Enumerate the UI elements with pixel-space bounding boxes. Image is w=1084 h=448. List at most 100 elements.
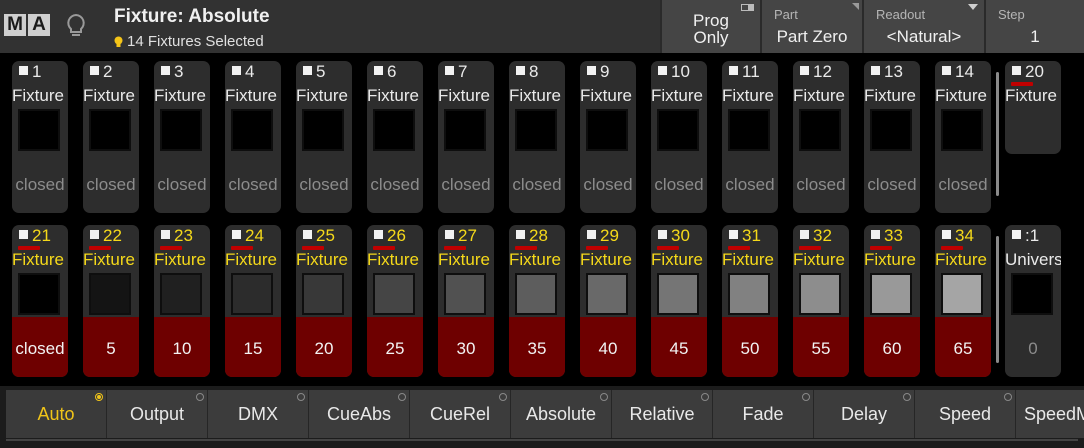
dimmer-value: 15 xyxy=(243,339,263,358)
fixture-id: 24 xyxy=(245,226,264,245)
row2-scrollbar[interactable] xyxy=(996,236,999,363)
fixture-sheet-cell[interactable]: :1 Universe 0 xyxy=(1005,225,1061,377)
fixture-sheet-cell[interactable]: 22 Fixture 5 xyxy=(83,225,139,377)
fixture-sheet-cell[interactable]: 34 Fixture 65 xyxy=(935,225,991,377)
fixture-name: Fixture xyxy=(935,86,987,105)
step-button[interactable]: Step 1 xyxy=(984,0,1084,53)
select-checkbox[interactable] xyxy=(303,66,312,75)
select-checkbox[interactable] xyxy=(1012,230,1021,239)
fixture-sheet-cell[interactable]: 11 Fixture closed xyxy=(722,61,778,213)
dimmer-value: 45 xyxy=(669,339,689,358)
tab-cueabs[interactable]: CueAbs xyxy=(309,390,410,438)
window-title: Fixture: Absolute xyxy=(114,6,270,27)
tab-underline xyxy=(6,439,1078,441)
fixture-sheet-cell[interactable]: 10 Fixture closed xyxy=(651,61,707,213)
fixture-sheet-cell[interactable]: 14 Fixture closed xyxy=(935,61,991,213)
select-checkbox[interactable] xyxy=(587,230,596,239)
fixture-name: Fixture xyxy=(12,250,64,269)
tab-relative[interactable]: Relative xyxy=(612,390,713,438)
selection-count: 14 Fixtures Selected xyxy=(127,33,264,50)
select-checkbox[interactable] xyxy=(658,66,667,75)
logo-letter-a: A xyxy=(28,14,50,36)
dimmer-value: 5 xyxy=(106,339,116,358)
fixture-sheet-cell[interactable]: 4 Fixture closed xyxy=(225,61,281,213)
fixture-sheet-cell[interactable]: 26 Fixture 25 xyxy=(367,225,423,377)
select-checkbox[interactable] xyxy=(729,66,738,75)
tab-auto[interactable]: Auto xyxy=(6,390,107,438)
fixture-sheet-cell[interactable]: 12 Fixture closed xyxy=(793,61,849,213)
fixture-sheet-cell[interactable]: 1 Fixture closed xyxy=(12,61,68,213)
fixture-sheet-cell[interactable]: 13 Fixture closed xyxy=(864,61,920,213)
tab-speedmaster[interactable]: SpeedMaster xyxy=(1016,390,1084,438)
tab-speed[interactable]: Speed xyxy=(915,390,1016,438)
fixture-id: 21 xyxy=(32,226,51,245)
fixture-id: 25 xyxy=(316,226,335,245)
fixture-sheet-cell[interactable]: 31 Fixture 50 xyxy=(722,225,778,377)
select-checkbox[interactable] xyxy=(303,230,312,239)
fixture-sheet-cell[interactable]: 2 Fixture closed xyxy=(83,61,139,213)
select-checkbox[interactable] xyxy=(19,230,28,239)
fixture-sheet-cell[interactable]: 25 Fixture 20 xyxy=(296,225,352,377)
fixture-sheet-cell[interactable]: 24 Fixture 15 xyxy=(225,225,281,377)
fixture-sheet-cell[interactable]: 8 Fixture closed xyxy=(509,61,565,213)
select-checkbox[interactable] xyxy=(232,66,241,75)
dimmer-color-swatch xyxy=(444,109,486,151)
select-checkbox[interactable] xyxy=(374,66,383,75)
select-checkbox[interactable] xyxy=(516,230,525,239)
select-checkbox[interactable] xyxy=(871,66,880,75)
select-checkbox[interactable] xyxy=(800,230,809,239)
fixture-id: 13 xyxy=(884,62,903,81)
tab-output[interactable]: Output xyxy=(107,390,208,438)
fixture-sheet-cell[interactable]: 6 Fixture closed xyxy=(367,61,423,213)
select-checkbox[interactable] xyxy=(445,230,454,239)
fixture-sheet-cell[interactable]: 21 Fixture closed xyxy=(12,225,68,377)
select-checkbox[interactable] xyxy=(516,66,525,75)
fixture-sheet-cell[interactable]: 33 Fixture 60 xyxy=(864,225,920,377)
fixture-sheet-cell[interactable]: 7 Fixture closed xyxy=(438,61,494,213)
fixture-id: 23 xyxy=(174,226,193,245)
prog-only-button[interactable]: Prog Only xyxy=(660,0,760,53)
fixture-name: Fixture xyxy=(296,86,348,105)
fixture-sheet-cell[interactable]: 9 Fixture closed xyxy=(580,61,636,213)
select-checkbox[interactable] xyxy=(942,230,951,239)
tab-fade[interactable]: Fade xyxy=(713,390,814,438)
fixture-sheet-cell[interactable]: 20 Fixture xyxy=(1005,61,1061,154)
select-checkbox[interactable] xyxy=(232,230,241,239)
fixture-sheet-cell[interactable]: 28 Fixture 35 xyxy=(509,225,565,377)
encoder-knob-icon xyxy=(600,393,608,401)
ma-logo[interactable]: M A xyxy=(4,14,50,36)
part-button[interactable]: Part Part Zero xyxy=(760,0,862,53)
select-checkbox[interactable] xyxy=(445,66,454,75)
fixture-sheet-cell[interactable]: 30 Fixture 45 xyxy=(651,225,707,377)
select-checkbox[interactable] xyxy=(90,230,99,239)
select-checkbox[interactable] xyxy=(729,230,738,239)
row1-scrollbar[interactable] xyxy=(996,72,999,196)
dimmer-value: 55 xyxy=(811,339,831,358)
fixture-sheet-cell[interactable]: 27 Fixture 30 xyxy=(438,225,494,377)
tab-delay[interactable]: Delay xyxy=(814,390,915,438)
dimmer-value: closed xyxy=(512,175,562,194)
fixture-sheet-cell[interactable]: 32 Fixture 55 xyxy=(793,225,849,377)
select-checkbox[interactable] xyxy=(19,66,28,75)
fixture-sheet-cell[interactable]: 3 Fixture closed xyxy=(154,61,210,213)
select-checkbox[interactable] xyxy=(800,66,809,75)
dimmer-color-swatch xyxy=(89,109,131,151)
select-checkbox[interactable] xyxy=(90,66,99,75)
select-checkbox[interactable] xyxy=(658,230,667,239)
select-checkbox[interactable] xyxy=(374,230,383,239)
select-checkbox[interactable] xyxy=(161,230,170,239)
fixture-sheet-cell[interactable]: 5 Fixture closed xyxy=(296,61,352,213)
fixture-sheet-cell[interactable]: 23 Fixture 10 xyxy=(154,225,210,377)
select-checkbox[interactable] xyxy=(587,66,596,75)
tab-dmx[interactable]: DMX xyxy=(208,390,309,438)
lightbulb-icon[interactable] xyxy=(64,12,88,40)
select-checkbox[interactable] xyxy=(161,66,170,75)
fixture-sheet-cell[interactable]: 29 Fixture 40 xyxy=(580,225,636,377)
tab-absolute[interactable]: Absolute xyxy=(511,390,612,438)
readout-dropdown[interactable]: Readout <Natural> xyxy=(862,0,984,53)
select-checkbox[interactable] xyxy=(1012,66,1021,75)
fixture-name: Fixture xyxy=(793,86,845,105)
select-checkbox[interactable] xyxy=(942,66,951,75)
select-checkbox[interactable] xyxy=(871,230,880,239)
tab-cuerel[interactable]: CueRel xyxy=(410,390,511,438)
